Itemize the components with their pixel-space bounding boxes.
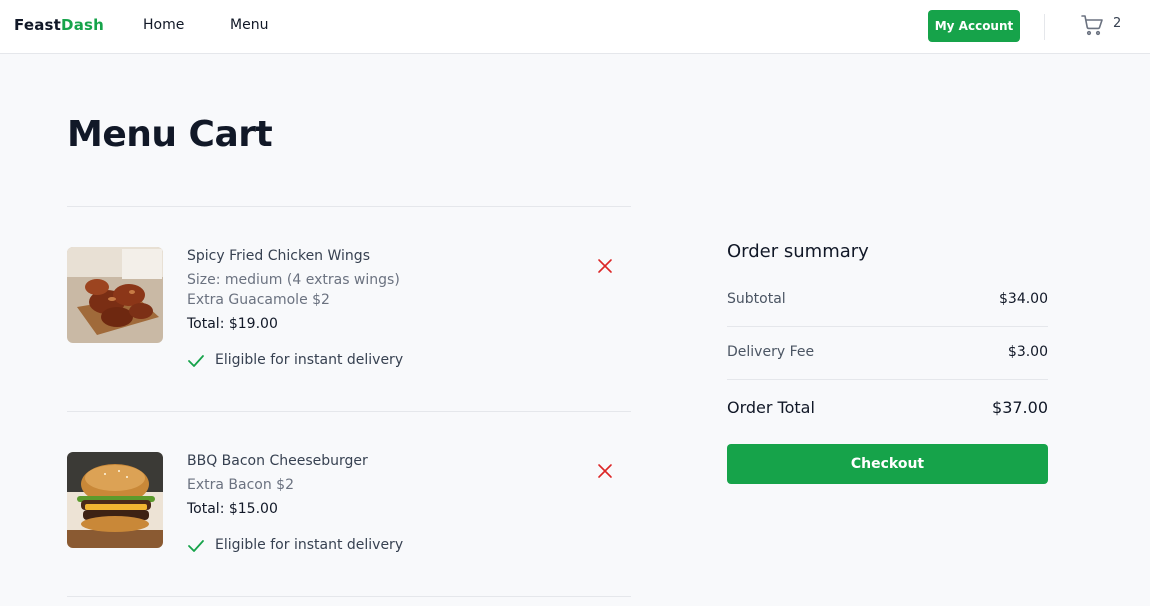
remove-item-button[interactable] [595, 256, 615, 276]
item-name: BBQ Bacon Cheeseburger [187, 453, 368, 469]
divider [67, 411, 631, 412]
item-name: Spicy Fried Chicken Wings [187, 248, 370, 264]
nav-home-link[interactable]: Home [143, 17, 184, 33]
item-total: Total: $15.00 [187, 501, 278, 517]
delivery-fee-label: Delivery Fee [727, 344, 815, 360]
order-summary-title: Order summary [727, 241, 869, 262]
item-detail: Extra Bacon $2 [187, 477, 294, 493]
order-total-label: Order Total [727, 398, 815, 417]
delivery-text: Eligible for instant delivery [215, 352, 404, 368]
cart-icon [1081, 15, 1103, 36]
remove-item-button[interactable] [595, 461, 615, 481]
close-icon [598, 259, 612, 273]
my-account-button[interactable]: My Account [928, 10, 1020, 42]
delivery-fee-row: Delivery Fee $3.00 [727, 344, 1048, 364]
subtotal-label: Subtotal [727, 291, 786, 307]
nav-menu-link[interactable]: Menu [230, 17, 268, 33]
close-icon [598, 464, 612, 478]
divider [67, 206, 631, 207]
divider [67, 596, 631, 597]
page-title: Menu Cart [67, 114, 273, 155]
check-icon [188, 355, 204, 367]
order-total-row: Order Total $37.00 [727, 398, 1048, 420]
delivery-fee-value: $3.00 [1007, 344, 1048, 360]
order-total-value: $37.00 [992, 398, 1048, 417]
brand-logo[interactable]: FeastDash [14, 16, 104, 34]
cart-item: Spicy Fried Chicken Wings Size: medium (… [67, 247, 631, 387]
item-detail: Size: medium (4 extras wings) [187, 272, 400, 288]
cart-button[interactable]: 2 [1080, 12, 1130, 40]
item-image-chicken-wings [67, 247, 163, 343]
item-total: Total: $19.00 [187, 316, 278, 332]
brand-name-part1: Feast [14, 16, 62, 34]
summary-divider [727, 379, 1048, 380]
subtotal-value: $34.00 [999, 291, 1048, 307]
summary-divider [727, 326, 1048, 327]
check-icon [188, 540, 204, 552]
item-detail: Extra Guacamole $2 [187, 292, 330, 308]
item-image-cheeseburger [67, 452, 163, 548]
header-divider [1044, 14, 1045, 40]
top-nav: FeastDash Home Menu My Account 2 [0, 0, 1150, 54]
brand-name-part2: Dash [61, 16, 105, 34]
checkout-button[interactable]: Checkout [727, 444, 1048, 484]
subtotal-row: Subtotal $34.00 [727, 291, 1048, 311]
delivery-text: Eligible for instant delivery [215, 537, 404, 553]
cart-item: BBQ Bacon Cheeseburger Extra Bacon $2 To… [67, 452, 631, 572]
cart-count: 2 [1113, 16, 1122, 31]
